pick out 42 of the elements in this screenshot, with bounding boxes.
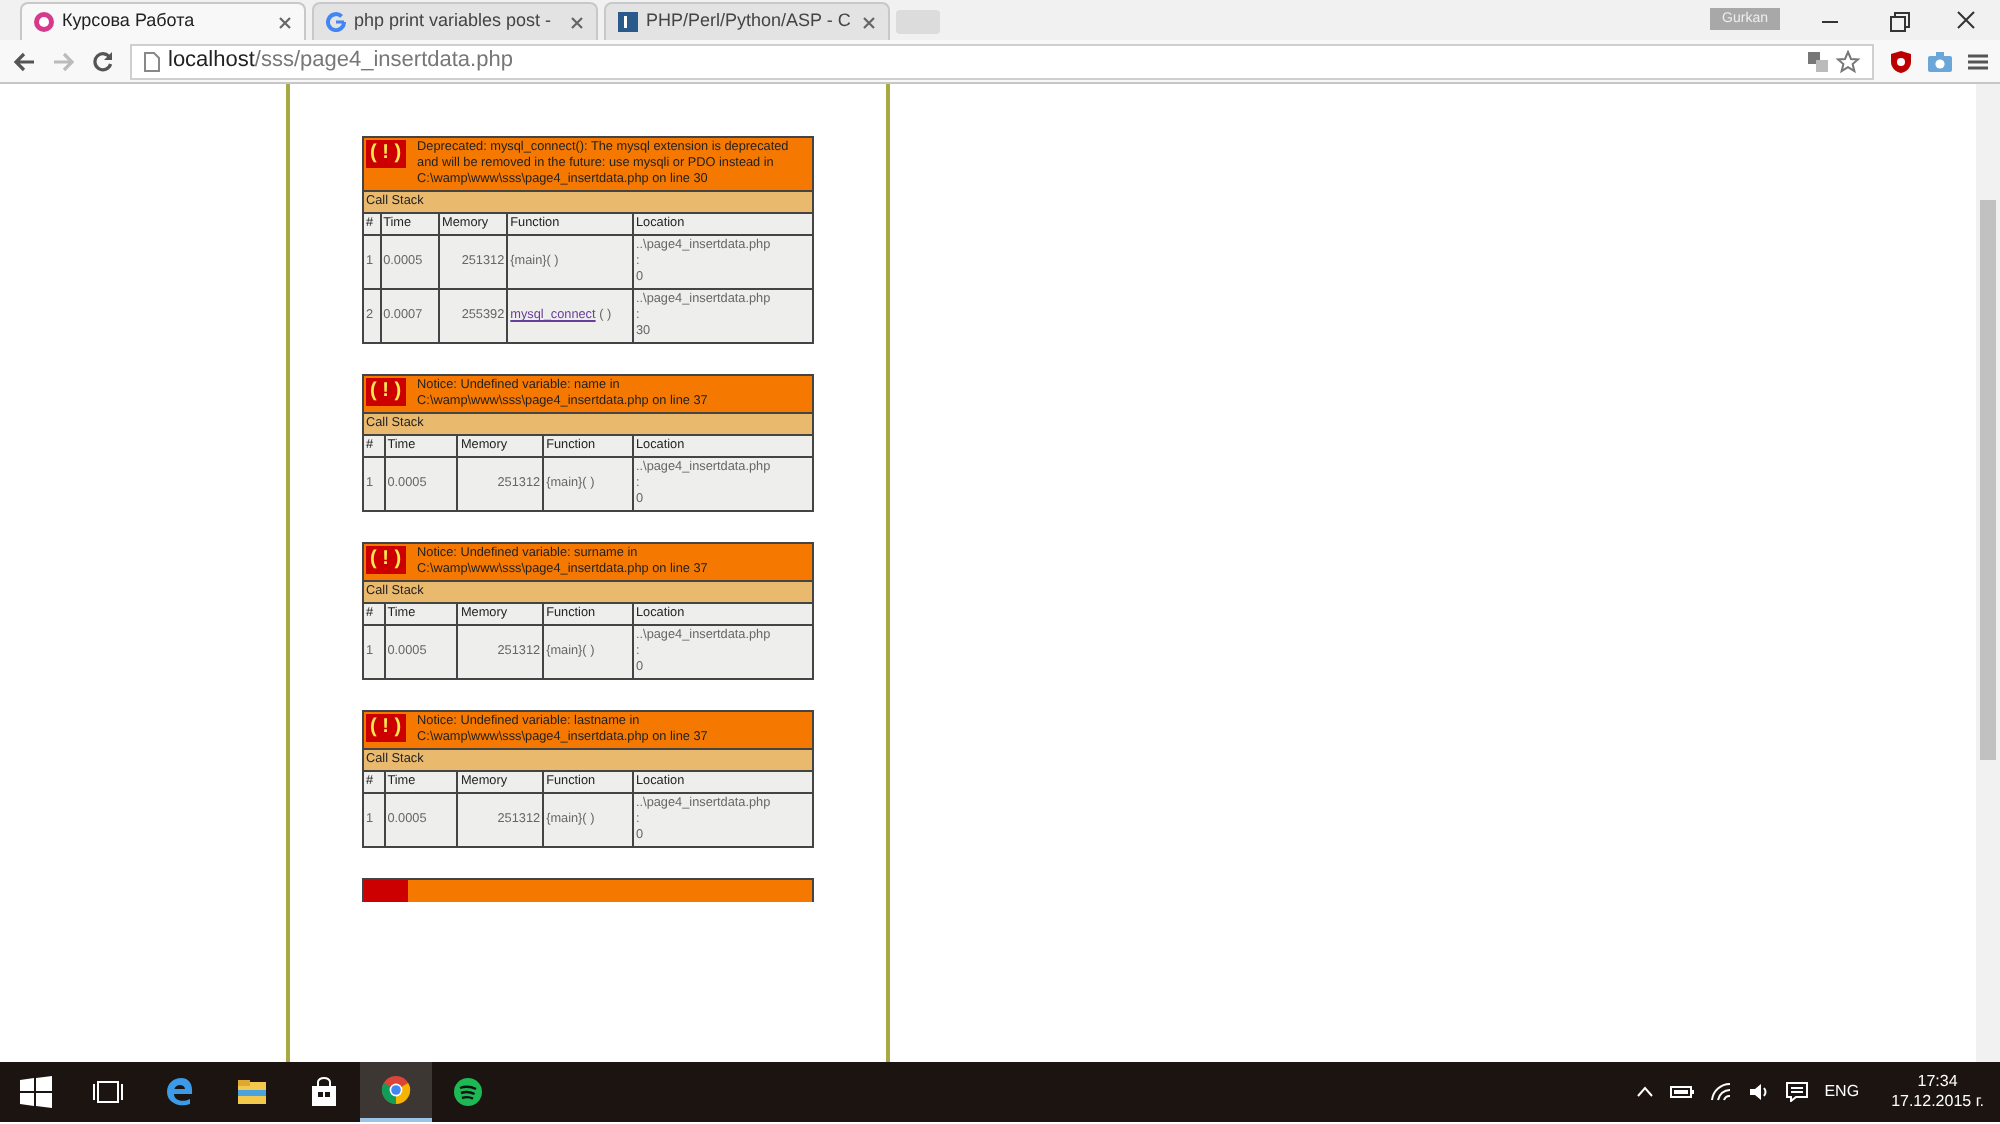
- folder-icon[interactable]: [236, 1076, 268, 1108]
- shopping-bag-icon[interactable]: [308, 1076, 340, 1108]
- tab-title: Курсова Работа: [62, 8, 197, 35]
- browser-tab[interactable]: php print variables post -: [312, 2, 598, 40]
- url-text: localhost/sss/page4_insertdata.php: [168, 46, 513, 77]
- language-indicator[interactable]: ENG: [1824, 1080, 1860, 1104]
- task-view-icon[interactable]: [92, 1076, 124, 1108]
- warning-badge: ( ! ): [366, 378, 406, 406]
- volume-icon[interactable]: [1748, 1082, 1771, 1102]
- windows-icon[interactable]: [20, 1076, 52, 1108]
- page-icon: [144, 51, 160, 71]
- warning-badge: [364, 880, 408, 902]
- spotify-icon[interactable]: [452, 1076, 484, 1108]
- browser-tab[interactable]: Курсова Работа: [20, 2, 306, 40]
- scrollbar-thumb[interactable]: [1980, 200, 1996, 760]
- close-icon[interactable]: [278, 15, 292, 29]
- wifi-icon[interactable]: [1710, 1082, 1733, 1102]
- favicon-icon: [618, 12, 638, 32]
- back-icon[interactable]: [12, 51, 36, 71]
- clock-date[interactable]: 17.12.2015 г.: [1891, 1092, 1984, 1113]
- translate-icon[interactable]: [1808, 51, 1828, 71]
- scrollbar[interactable]: [1976, 84, 2000, 1062]
- favicon-icon: [326, 12, 346, 32]
- reload-icon[interactable]: [92, 50, 114, 72]
- address-bar[interactable]: localhost/sss/page4_insertdata.php: [130, 43, 1874, 79]
- clock-time[interactable]: 17:34: [1917, 1071, 1958, 1092]
- camera-icon[interactable]: [1928, 51, 1952, 71]
- chrome-icon[interactable]: [380, 1074, 412, 1106]
- star-icon[interactable]: [1836, 49, 1860, 73]
- warning-badge: ( ! ): [366, 546, 406, 574]
- shield-icon[interactable]: [1890, 49, 1912, 73]
- notification-icon[interactable]: [1786, 1082, 1809, 1102]
- warning-badge: ( ! ): [366, 714, 406, 742]
- tab-title: PHP/Perl/Python/ASP - C: [646, 8, 853, 35]
- chevron-up-icon[interactable]: [1636, 1086, 1655, 1098]
- menu-icon[interactable]: [1968, 51, 1988, 71]
- tab-title: php print variables post -: [354, 8, 554, 35]
- warning-badge: ( ! ): [366, 140, 406, 168]
- favicon-icon: [34, 12, 54, 32]
- browser-tab[interactable]: PHP/Perl/Python/ASP - C: [604, 2, 890, 40]
- battery-icon[interactable]: [1670, 1084, 1695, 1100]
- browser-icon[interactable]: [164, 1076, 196, 1108]
